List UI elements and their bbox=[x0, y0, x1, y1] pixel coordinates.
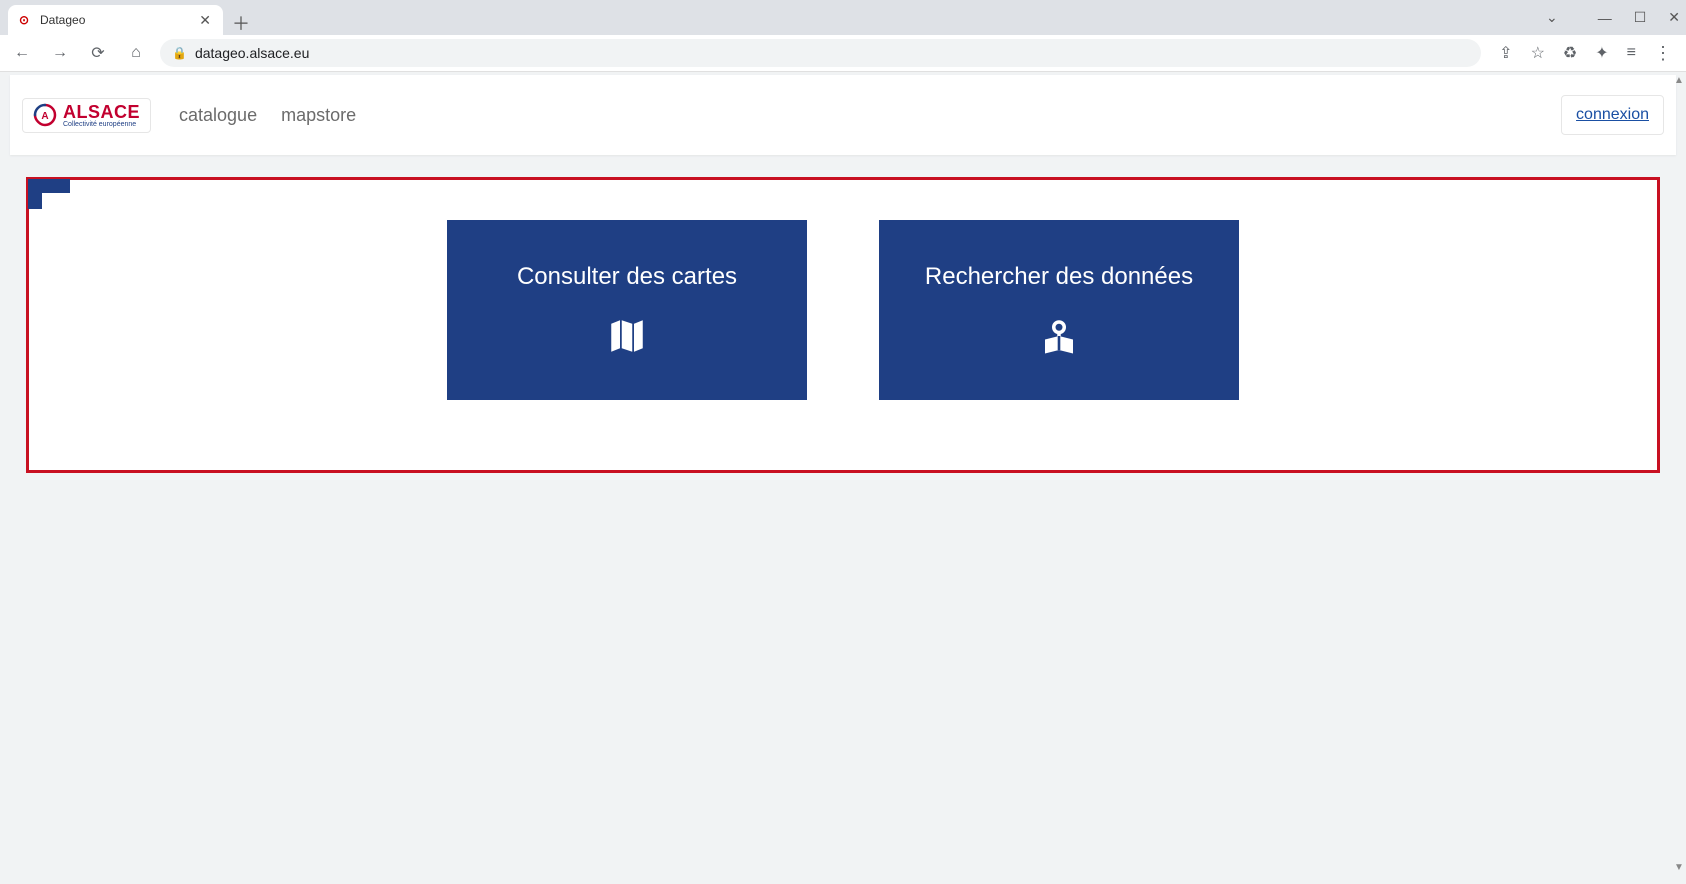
page-viewport: A ALSACE Collectivité européenne catalog… bbox=[10, 75, 1676, 876]
toolbar-right-icons: ⇪ ☆ ♻ ✦ ≡ ⋮ bbox=[1491, 43, 1678, 64]
home-button[interactable]: ⌂ bbox=[122, 39, 150, 67]
window-minimize-icon[interactable]: — bbox=[1598, 10, 1612, 26]
nav-mapstore[interactable]: mapstore bbox=[269, 97, 368, 134]
browser-toolbar: ← → ⟳ ⌂ 🔒 datageo.alsace.eu ⇪ ☆ ♻ ✦ ≡ ⋮ bbox=[0, 35, 1686, 72]
nav-catalogue[interactable]: catalogue bbox=[167, 97, 269, 134]
vertical-scrollbar[interactable]: ▲ ▼ bbox=[1672, 75, 1686, 876]
alsace-logo-icon: A bbox=[33, 103, 57, 127]
browser-tab[interactable]: ⊙ Datageo ✕ bbox=[8, 5, 223, 35]
browser-tabstrip: ⊙ Datageo ✕ ＋ ⌄ — ☐ ✕ bbox=[0, 0, 1686, 35]
share-icon[interactable]: ⇪ bbox=[1499, 43, 1512, 63]
login-link[interactable]: connexion bbox=[1576, 106, 1649, 123]
close-tab-icon[interactable]: ✕ bbox=[195, 12, 215, 29]
new-tab-button[interactable]: ＋ bbox=[232, 10, 250, 36]
tabs-dropdown-icon[interactable]: ⌄ bbox=[1546, 9, 1558, 26]
tile-search-data[interactable]: Rechercher des données bbox=[879, 220, 1239, 400]
highlight-frame: Consulter des cartes Rechercher des donn… bbox=[26, 177, 1660, 473]
forward-button[interactable]: → bbox=[46, 39, 74, 67]
window-maximize-icon[interactable]: ☐ bbox=[1634, 9, 1647, 26]
reload-button[interactable]: ⟳ bbox=[84, 39, 112, 67]
recycle-icon[interactable]: ♻ bbox=[1563, 43, 1577, 63]
url-text: datageo.alsace.eu bbox=[195, 45, 309, 61]
tile-consult-maps[interactable]: Consulter des cartes bbox=[447, 220, 807, 400]
logo[interactable]: A ALSACE Collectivité européenne bbox=[22, 98, 151, 133]
lock-icon: 🔒 bbox=[172, 46, 187, 60]
address-bar[interactable]: 🔒 datageo.alsace.eu bbox=[160, 39, 1481, 67]
playlist-icon[interactable]: ≡ bbox=[1627, 44, 1636, 62]
tile-label: Consulter des cartes bbox=[517, 263, 737, 291]
tab-title: Datageo bbox=[40, 13, 195, 27]
frame-corner-decoration bbox=[28, 179, 70, 209]
login-box: connexion bbox=[1561, 95, 1664, 135]
logo-sub-text: Collectivité européenne bbox=[63, 121, 140, 128]
content-area: Consulter des cartes Rechercher des donn… bbox=[10, 155, 1676, 495]
map-icon bbox=[606, 315, 648, 357]
tab-favicon: ⊙ bbox=[16, 12, 32, 28]
svg-text:A: A bbox=[41, 111, 48, 122]
geo-search-icon bbox=[1038, 315, 1080, 357]
scroll-up-icon[interactable]: ▲ bbox=[1672, 75, 1686, 89]
logo-main-text: ALSACE bbox=[63, 103, 140, 121]
back-button[interactable]: ← bbox=[8, 39, 36, 67]
window-close-icon[interactable]: ✕ bbox=[1668, 9, 1680, 26]
bookmark-star-icon[interactable]: ☆ bbox=[1531, 43, 1545, 63]
browser-menu-icon[interactable]: ⋮ bbox=[1654, 43, 1670, 64]
scroll-down-icon[interactable]: ▼ bbox=[1672, 862, 1686, 876]
tile-label: Rechercher des données bbox=[925, 263, 1193, 291]
window-controls: ⌄ — ☐ ✕ bbox=[1546, 0, 1680, 35]
tiles-row: Consulter des cartes Rechercher des donn… bbox=[29, 220, 1657, 400]
extensions-icon[interactable]: ✦ bbox=[1595, 43, 1608, 63]
site-header: A ALSACE Collectivité européenne catalog… bbox=[10, 75, 1676, 155]
